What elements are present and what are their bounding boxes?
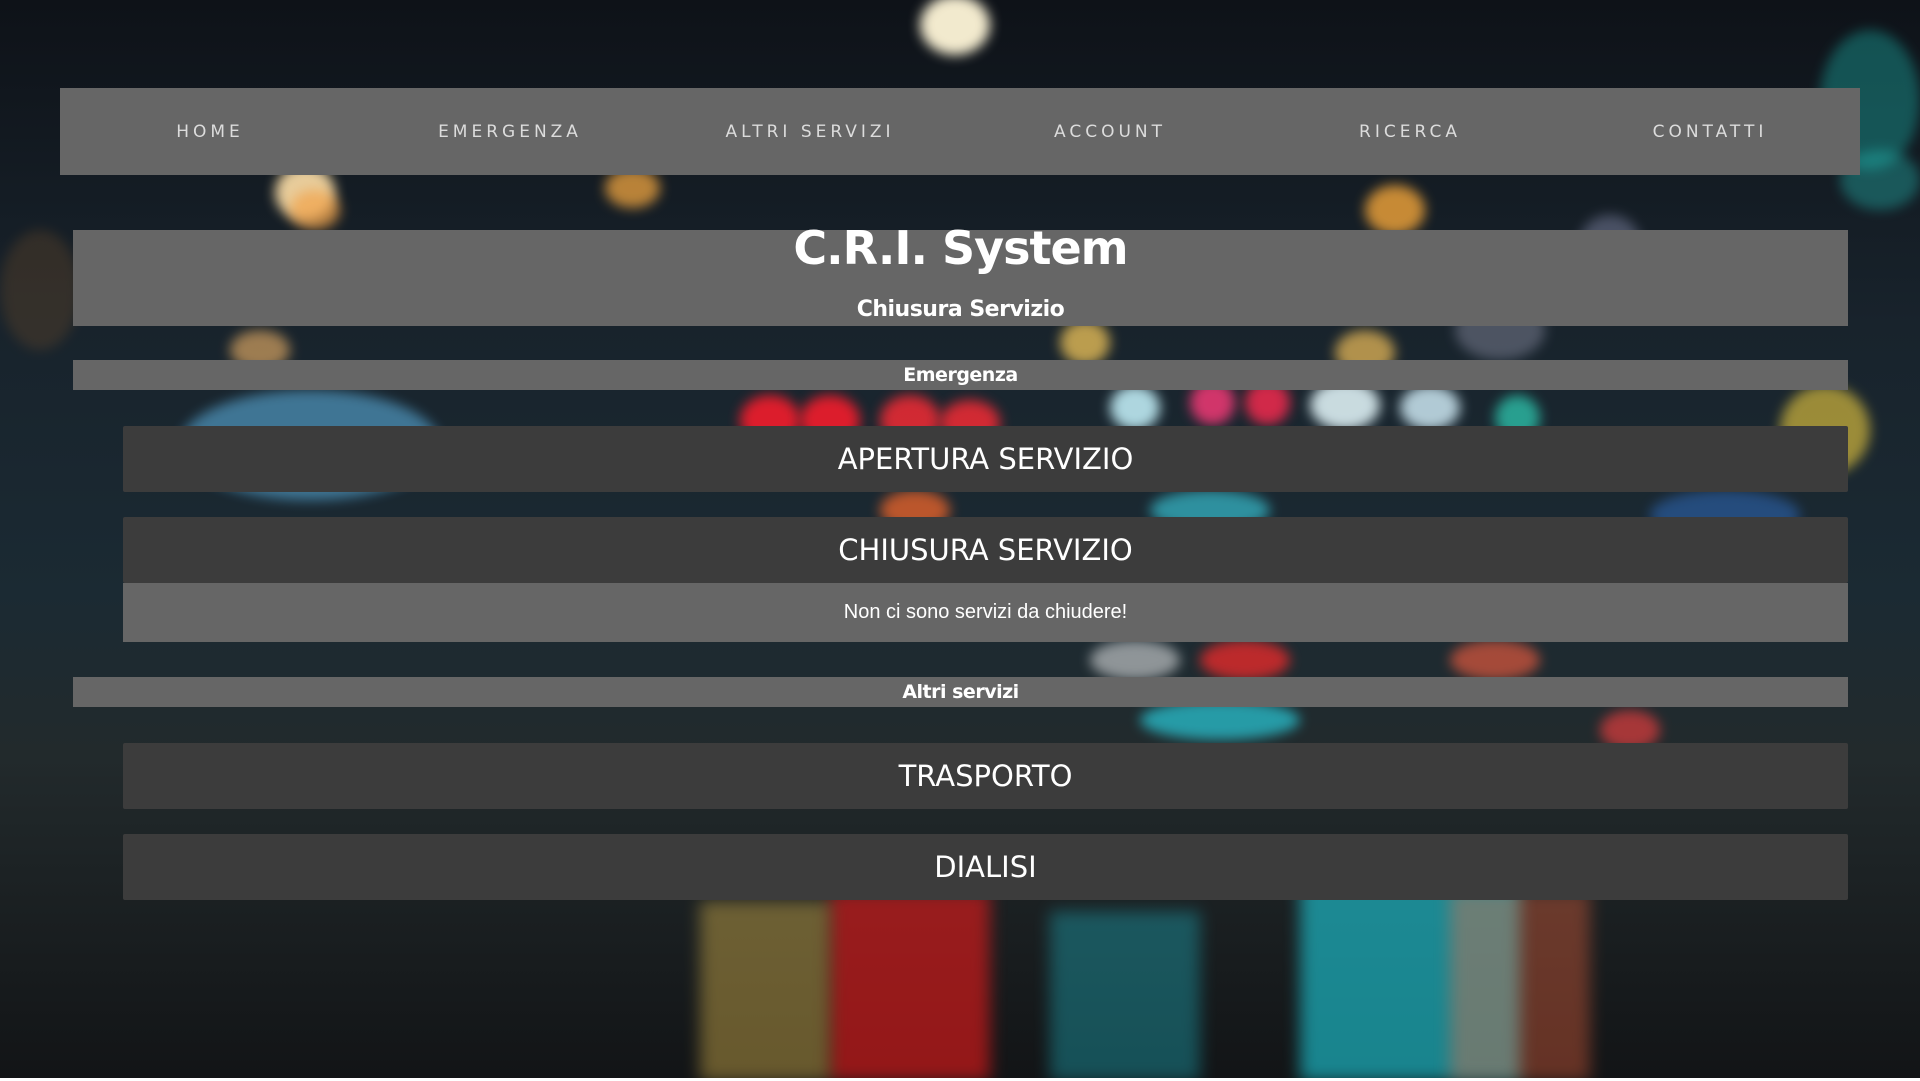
nav-ricerca[interactable]: RICERCA — [1260, 122, 1560, 142]
section-heading-emergenza: Emergenza — [73, 360, 1848, 390]
section-heading-altri-servizi: Altri servizi — [73, 677, 1848, 707]
page-subtitle: Chiusura Servizio — [856, 297, 1065, 322]
chiusura-servizio-button[interactable]: CHIUSURA SERVIZIO — [123, 517, 1848, 583]
nav-emergenza[interactable]: EMERGENZA — [360, 122, 660, 142]
nav-account[interactable]: ACCOUNT — [960, 122, 1260, 142]
dialisi-button[interactable]: DIALISI — [123, 834, 1848, 900]
page-title: C.R.I. System — [793, 221, 1128, 275]
main-navbar: HOME EMERGENZA ALTRI SERVIZI ACCOUNT RIC… — [60, 88, 1860, 175]
nav-home[interactable]: HOME — [60, 122, 360, 142]
nav-contatti[interactable]: CONTATTI — [1560, 122, 1860, 142]
no-services-message: Non ci sono servizi da chiudere! — [123, 583, 1848, 642]
trasporto-button[interactable]: TRASPORTO — [123, 743, 1848, 809]
apertura-servizio-button[interactable]: APERTURA SERVIZIO — [123, 426, 1848, 492]
nav-altri-servizi[interactable]: ALTRI SERVIZI — [660, 122, 960, 142]
